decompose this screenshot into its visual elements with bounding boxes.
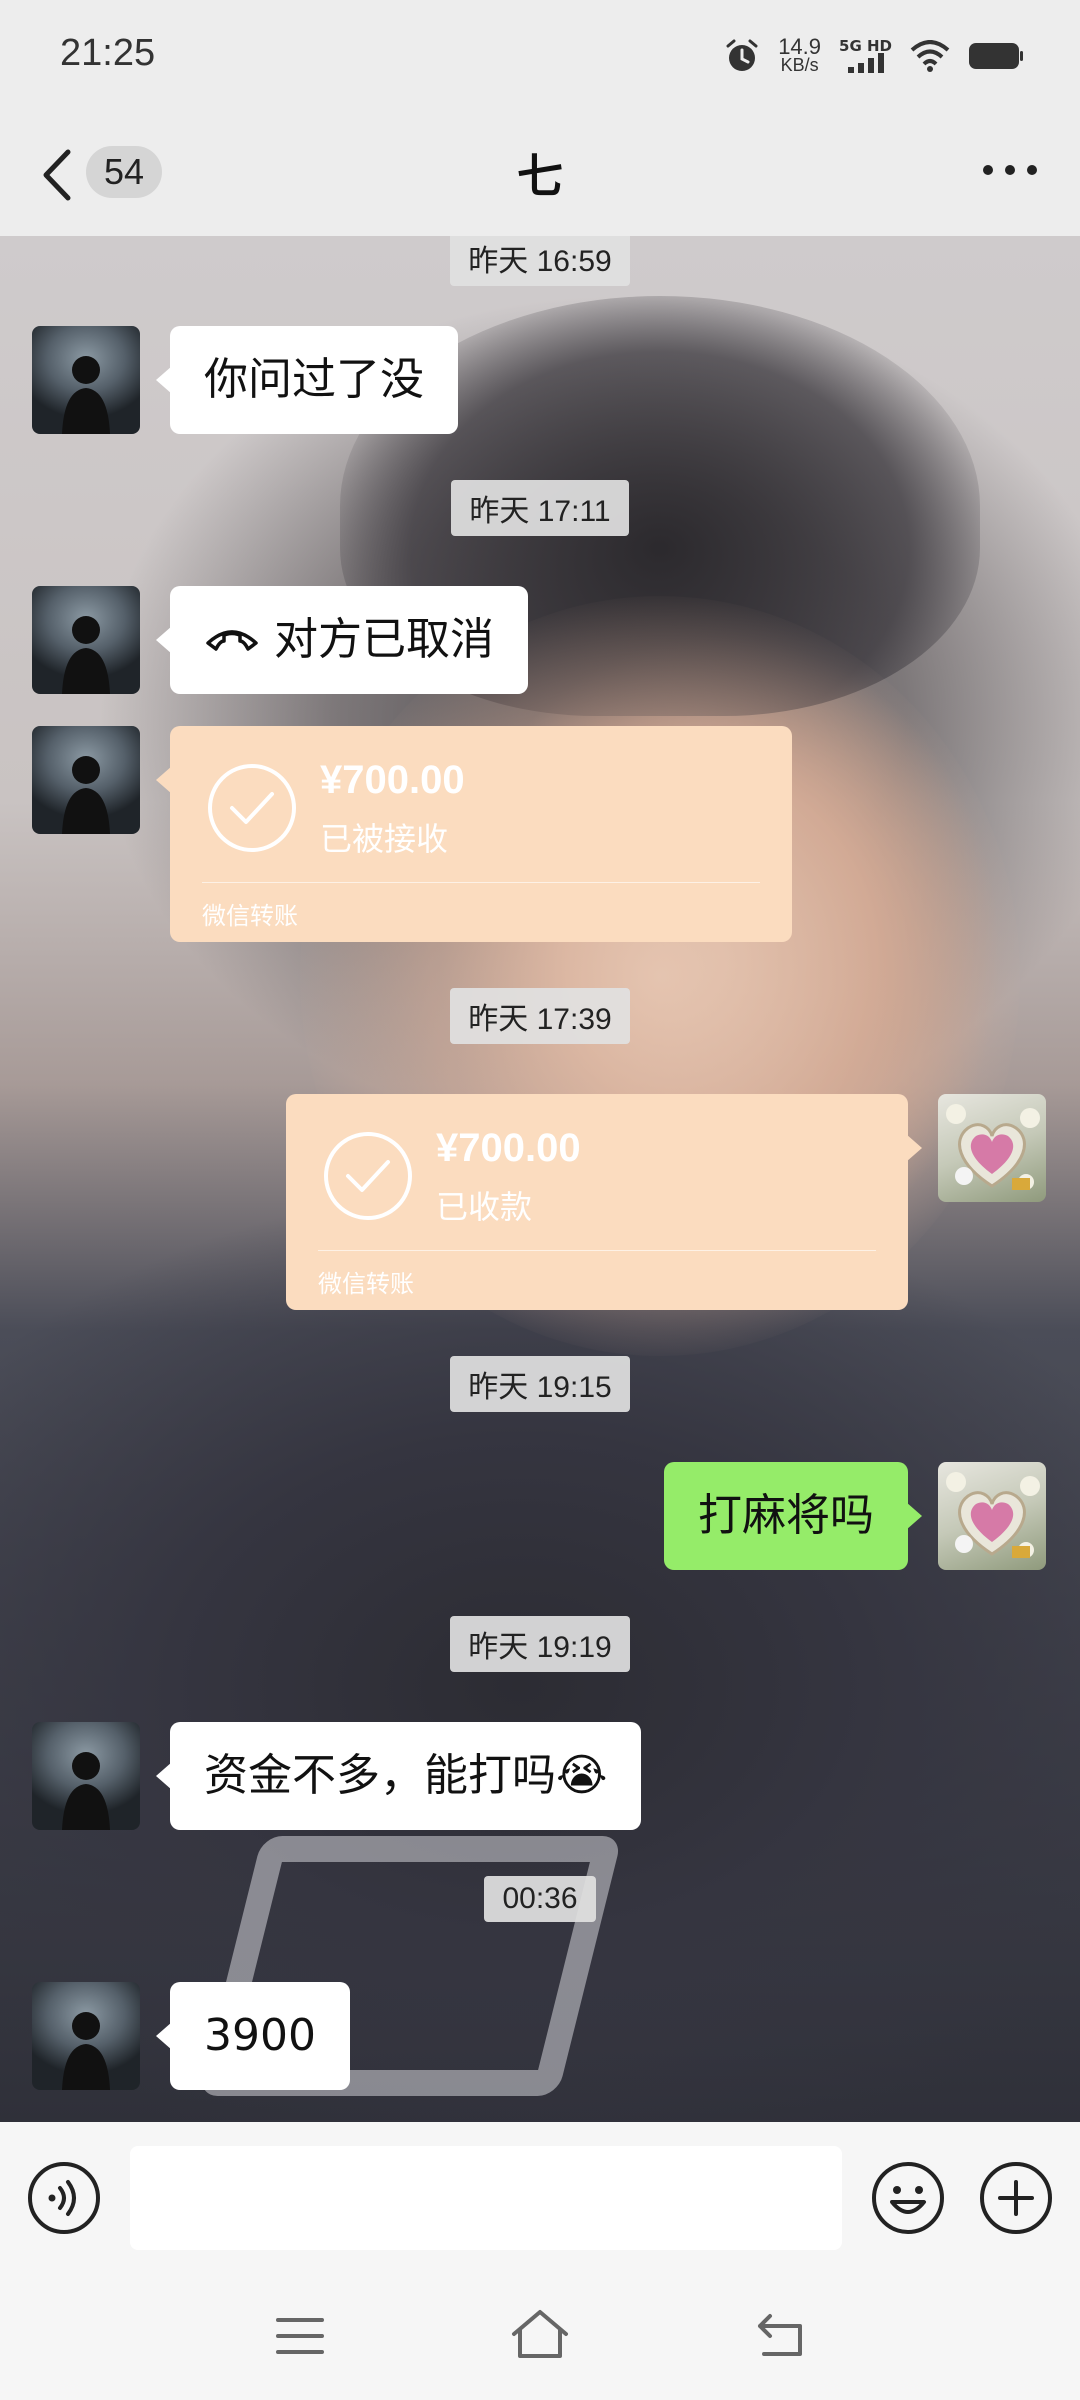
transfer-divider (202, 882, 760, 883)
transfer-amount: ¥700.00 (436, 1126, 581, 1170)
my-avatar[interactable] (938, 1462, 1046, 1570)
message-bubble-sent[interactable]: 打麻将吗 (664, 1462, 922, 1570)
plus-icon[interactable] (978, 2160, 1054, 2236)
message-input[interactable] (130, 2146, 842, 2250)
voice-icon[interactable] (26, 2160, 102, 2236)
signal-icon (847, 53, 884, 73)
timestamp-label: 昨天 16:59 (450, 236, 630, 286)
check-circle-icon (324, 1132, 412, 1220)
menu-icon[interactable] (276, 2316, 324, 2356)
message-timestamp: 昨天 19:15 (0, 1356, 1080, 1412)
transfer-brand: 微信转账 (318, 1270, 414, 1298)
message-timestamp: 昨天 19:19 (0, 1616, 1080, 1672)
transfer-status: 已被接收 (320, 820, 449, 858)
transfer-amount: ¥700.00 (320, 758, 465, 802)
contact-avatar[interactable] (32, 586, 140, 694)
battery-icon (969, 43, 1023, 69)
timestamp-label: 昨天 19:15 (450, 1356, 630, 1412)
timestamp-label: 昨天 19:19 (450, 1616, 630, 1672)
transfer-divider (318, 1250, 876, 1251)
home-icon[interactable] (510, 2308, 570, 2360)
transfer-brand: 微信转账 (202, 902, 298, 930)
silhouette-icon (62, 756, 110, 834)
transfer-status: 已收款 (436, 1188, 533, 1226)
message-timestamp: 00:36 (0, 1876, 1080, 1922)
transfer-card-received[interactable]: ¥700.00 已被接收 微信转账 (156, 726, 792, 942)
heart-avatar-icon (946, 1104, 1040, 1190)
silhouette-icon (62, 356, 110, 434)
contact-avatar[interactable] (32, 726, 140, 834)
message-bubble-received[interactable]: 你问过了没 (156, 326, 458, 434)
message-bubble-received[interactable]: 3900 (156, 1982, 350, 2090)
heart-avatar-icon (946, 1472, 1040, 1558)
chat-title: 七 (517, 149, 563, 203)
system-nav-bar (0, 2274, 1080, 2400)
timestamp-label: 昨天 17:11 (451, 480, 629, 536)
contact-avatar[interactable] (32, 1982, 140, 2090)
alarm-icon (726, 39, 758, 71)
emoji-icon[interactable] (870, 2160, 946, 2236)
message-timestamp: 昨天 16:59 (0, 236, 1080, 286)
timestamp-label: 昨天 17:39 (450, 988, 630, 1044)
transfer-card-sent[interactable]: ¥700.00 已收款 微信转账 (286, 1094, 922, 1310)
more-icon[interactable] (980, 160, 1040, 180)
call-record-text: 对方已取消 (274, 614, 494, 665)
message-timestamp: 昨天 17:39 (0, 988, 1080, 1044)
chat-header: 54 七 (0, 112, 1080, 236)
back-nav-icon[interactable] (754, 2310, 806, 2358)
my-avatar[interactable] (938, 1094, 1046, 1202)
check-circle-icon (208, 764, 296, 852)
message-input-bar (0, 2122, 1080, 2274)
wifi-icon (910, 40, 950, 72)
timestamp-label: 00:36 (484, 1876, 596, 1922)
message-timestamp: 昨天 17:11 (0, 480, 1080, 536)
status-time: 21:25 (60, 32, 156, 74)
net-speed-value: 14.9 (778, 34, 822, 59)
signal-indicator: 5G HD (839, 39, 892, 73)
message-bubble-received[interactable]: 资金不多，能打吗😭 (155, 1722, 642, 1830)
status-icons: 14.9 KB/s 5G HD (724, 34, 1024, 78)
net-type: 5G HD (839, 37, 892, 55)
call-record-bubble[interactable]: 对方已取消 (156, 586, 528, 694)
contact-avatar[interactable] (32, 326, 140, 434)
contact-avatar[interactable] (32, 1722, 140, 1830)
silhouette-icon (62, 2012, 110, 2090)
chat-message-list[interactable]: 昨天 16:59 你问过了没 昨天 17:11 对方已取消 ¥700.00 已被… (0, 236, 1080, 2122)
net-speed: 14.9 KB/s (778, 34, 822, 75)
net-speed-unit: KB/s (780, 55, 819, 75)
status-bar: 21:25 14.9 KB/s 5G HD (0, 0, 1080, 112)
silhouette-icon (62, 1752, 110, 1830)
phone-hangup-icon (206, 630, 258, 651)
silhouette-icon (62, 616, 110, 694)
